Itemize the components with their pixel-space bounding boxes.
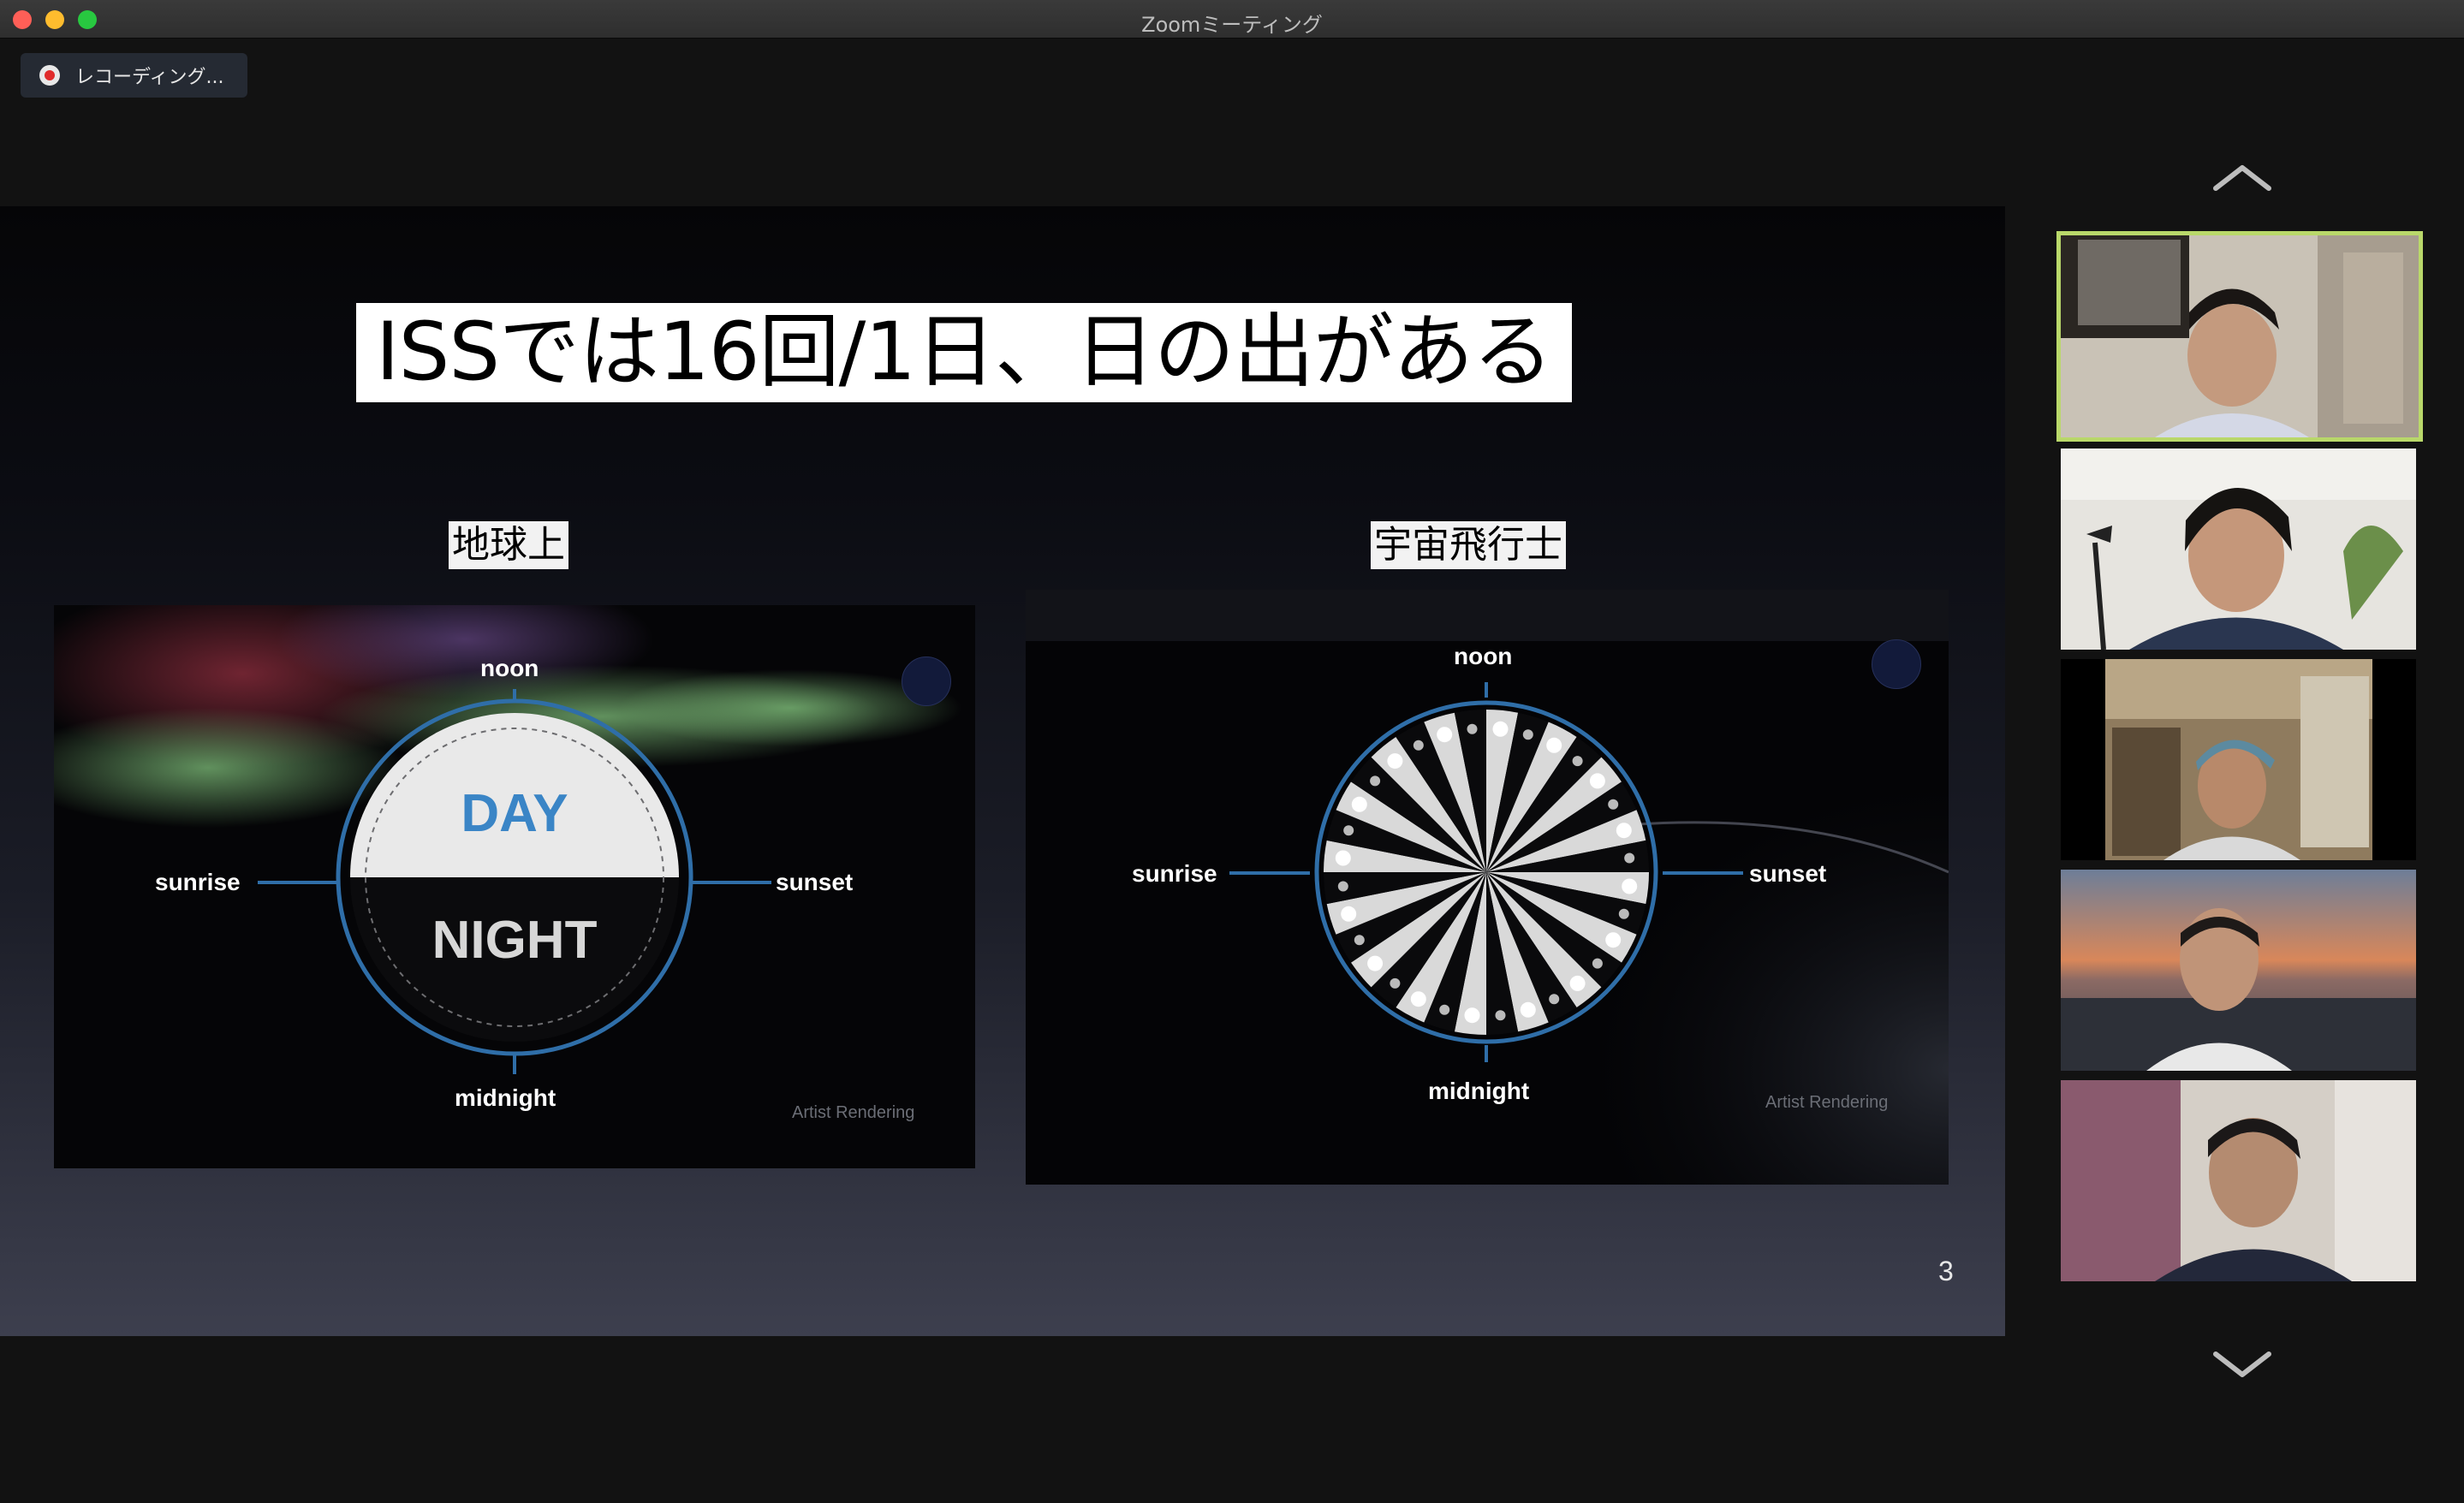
sun-icon	[1569, 975, 1586, 991]
moon-icon	[1495, 1010, 1506, 1021]
recording-icon	[39, 65, 60, 86]
window-title: Zoomミーティング	[1141, 13, 1323, 37]
right-caption: 宇宙飛行士	[1371, 521, 1566, 569]
sun-icon	[1335, 850, 1351, 866]
sun-icon	[1589, 773, 1605, 789]
participant-video-3[interactable]	[2061, 659, 2416, 860]
midnight-label: midnight	[1428, 1078, 1530, 1104]
participant-video-4[interactable]	[2061, 870, 2416, 1071]
sunrise-label: sunrise	[1132, 860, 1217, 887]
moon-icon	[1413, 740, 1424, 751]
sunrise-label: sunrise	[155, 869, 241, 895]
sun-icon	[1605, 932, 1622, 948]
shared-screen-slide: ISSでは16回/1日、日の出がある 地球上 宇宙飛行士 noon sunris…	[0, 206, 2005, 1336]
moon-icon	[1467, 723, 1478, 734]
slide-title: ISSでは16回/1日、日の出がある	[356, 303, 1572, 402]
nasa-logo-icon	[902, 656, 951, 706]
moon-icon	[1608, 799, 1619, 810]
earth-day-night-diagram: noon sunrise sunset midnight DAY NIGHT A…	[54, 605, 975, 1168]
sunset-label: sunset	[776, 869, 854, 895]
midnight-label: midnight	[455, 1084, 556, 1111]
moon-icon	[1390, 977, 1401, 989]
participant-video-5[interactable]	[2061, 1080, 2416, 1281]
moon-icon	[1343, 825, 1354, 836]
moon-icon	[1572, 756, 1583, 767]
sun-icon	[1410, 991, 1426, 1007]
sun-icon	[1492, 721, 1509, 737]
sun-icon	[1351, 796, 1367, 812]
sun-icon	[1367, 955, 1384, 971]
chevron-up-icon[interactable]	[2212, 163, 2272, 192]
slide-page-number: 3	[1938, 1256, 1954, 1286]
artist-rendering-label: Artist Rendering	[792, 1103, 915, 1122]
sun-icon	[1616, 823, 1632, 839]
recording-indicator[interactable]: レコーディング...	[21, 53, 247, 98]
recording-label: レコーディング...	[75, 67, 224, 88]
artist-rendering-label: Artist Rendering	[1765, 1093, 1889, 1112]
sun-icon	[1437, 727, 1453, 743]
moon-icon	[1624, 852, 1635, 864]
sun-icon	[1341, 906, 1357, 922]
nasa-logo-icon	[1872, 639, 1921, 689]
moon-icon	[1354, 935, 1365, 946]
moon-icon	[1439, 1004, 1450, 1015]
window-titlebar: Zoomミーティング	[0, 0, 2464, 39]
moon-icon	[1370, 775, 1381, 787]
chevron-down-icon[interactable]	[2212, 1349, 2272, 1378]
moon-icon	[1337, 881, 1348, 892]
participant-video-2[interactable]	[2061, 449, 2416, 650]
sun-icon	[1546, 737, 1562, 753]
night-label: NIGHT	[431, 911, 598, 970]
sun-icon	[1622, 878, 1638, 894]
moon-icon	[1522, 729, 1533, 740]
sunset-label: sunset	[1749, 860, 1827, 887]
moon-icon	[1592, 958, 1603, 969]
noon-label: noon	[1454, 643, 1513, 669]
day-label: DAY	[461, 784, 568, 843]
noon-label: noon	[480, 655, 539, 681]
participant-video-1[interactable]	[2056, 231, 2423, 442]
left-caption: 地球上	[449, 521, 568, 569]
sun-icon	[1464, 1007, 1480, 1024]
moon-icon	[1618, 908, 1629, 919]
astronaut-sunrise-diagram: noon sunrise sunset midnight Artist Rend…	[1026, 590, 1949, 1185]
moon-icon	[1549, 994, 1560, 1005]
sun-icon	[1520, 1001, 1536, 1018]
sun-icon	[1387, 753, 1403, 769]
